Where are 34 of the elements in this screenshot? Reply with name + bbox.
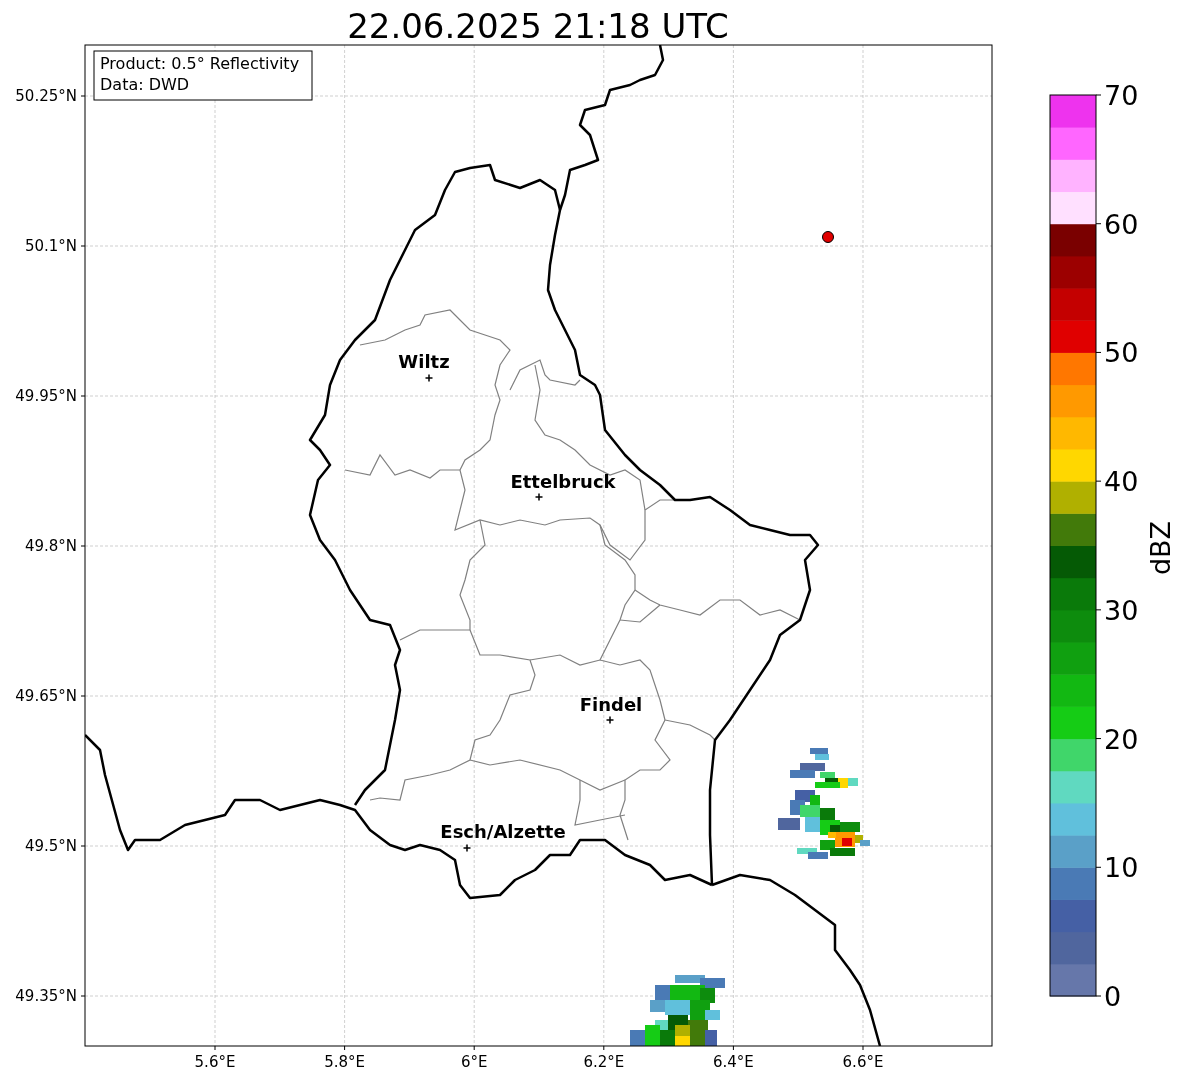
longitude-tick-label: 5.6°E (194, 1053, 236, 1071)
city-label: Findel (579, 694, 643, 715)
colorbar-tick-label: 10 (1104, 852, 1139, 884)
latitude-tick-label: 50.1°N (24, 237, 77, 255)
plus-marker-icon (462, 843, 472, 853)
colorbar-tick-label: 30 (1104, 594, 1139, 626)
plus-marker-icon (534, 492, 544, 502)
info-text: Data: DWD (100, 75, 190, 94)
colorbar-tick-label: 50 (1104, 337, 1139, 369)
colorbar-tick-label: 20 (1104, 723, 1139, 755)
chart-title: 22.06.2025 21:18 UTC (347, 6, 729, 46)
colorbar-label: dBZ (1145, 520, 1176, 576)
city-label: Esch/Alzette (440, 821, 566, 842)
longitude-tick-label: 6°E (460, 1053, 488, 1071)
info-text: Product: 0.5° Reflectivity (100, 54, 300, 73)
latitude-tick-label: 49.65°N (15, 687, 77, 705)
city-label: Ettelbruck (510, 471, 616, 492)
city-label: Wiltz (398, 351, 450, 372)
plus-marker-icon (605, 715, 615, 725)
location-dot (822, 231, 834, 243)
latitude-tick-label: 49.8°N (24, 537, 77, 555)
plus-marker-icon (424, 373, 434, 383)
colorbar-tick-label: 0 (1104, 981, 1122, 1012)
longitude-tick-label: 5.8°E (324, 1053, 365, 1071)
colorbar-tick-label: 70 (1104, 80, 1139, 111)
colorbar-tick-label: 40 (1104, 466, 1139, 498)
latitude-tick-label: 49.35°N (15, 987, 77, 1005)
latitude-tick-label: 49.95°N (15, 387, 77, 405)
longitude-tick-label: 6.4°E (713, 1053, 754, 1071)
longitude-tick-label: 6.2°E (583, 1053, 625, 1071)
colorbar-tick-label: 60 (1104, 208, 1139, 240)
latitude-tick-label: 50.25°N (15, 87, 77, 105)
longitude-tick-label: 6.6°E (842, 1053, 884, 1071)
latitude-tick-label: 49.5°N (24, 837, 77, 855)
